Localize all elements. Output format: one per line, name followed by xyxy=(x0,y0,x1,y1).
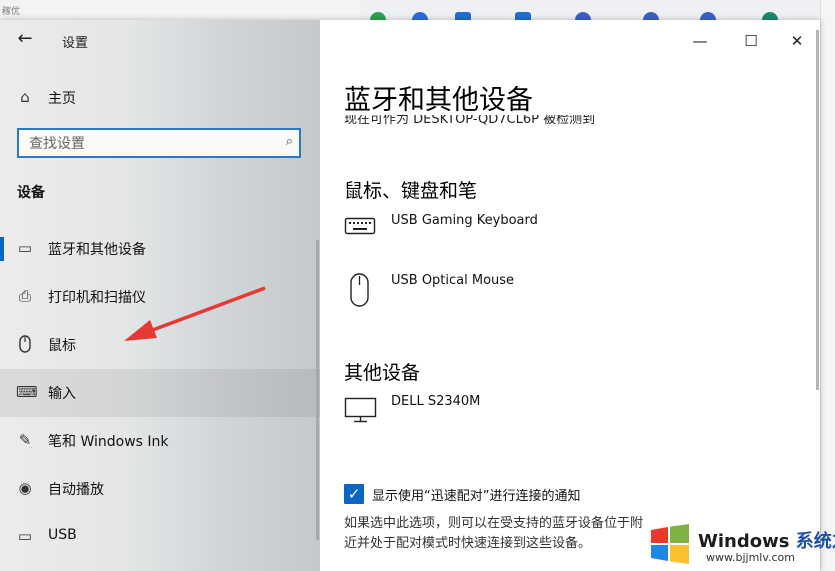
annotation-arrow xyxy=(124,286,266,341)
windows-logo-icon xyxy=(651,524,689,564)
watermark: Windows 系统之家 www.bjjmlv.com xyxy=(646,518,835,571)
watermark-brand: Windows 系统之家 xyxy=(698,531,835,552)
watermark-url: www.bjjmlv.com xyxy=(706,551,795,564)
